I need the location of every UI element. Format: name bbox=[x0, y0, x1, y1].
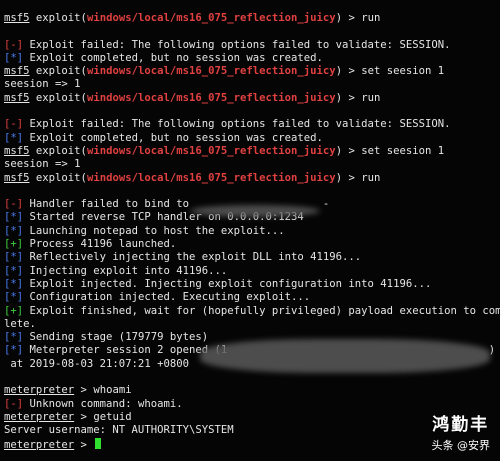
module-name: windows/local/ms16_075_reflection_juicy bbox=[86, 91, 336, 104]
info-line: [*] Launching notepad to host the exploi… bbox=[4, 224, 285, 237]
info-tag: [*] bbox=[4, 344, 24, 357]
terminal-window[interactable]: msf5 exploit(windows/local/ms16_075_refl… bbox=[0, 0, 500, 461]
info-line: [*] Exploit completed, but no session wa… bbox=[4, 51, 323, 64]
meterpreter-command-line: meterpreter > getuid bbox=[4, 410, 132, 423]
info-line: [*] Configuration injected. Executing ex… bbox=[4, 291, 311, 304]
command-text: whoami bbox=[93, 384, 132, 397]
error-tag: [-] bbox=[4, 397, 24, 410]
module-name: windows/local/ms16_075_reflection_juicy bbox=[86, 144, 336, 157]
module-name: windows/local/ms16_075_reflection_juicy bbox=[86, 12, 336, 24]
module-name: windows/local/ms16_075_reflection_juicy bbox=[86, 171, 336, 184]
command-text: getuid bbox=[93, 410, 132, 423]
error-tag: [-] bbox=[4, 198, 24, 211]
command-text: set seesion 1 bbox=[361, 144, 445, 157]
error-tag: [-] bbox=[4, 118, 24, 131]
command-text: run bbox=[361, 91, 381, 104]
meterpreter-prompt: meterpreter bbox=[4, 410, 75, 423]
watermark-title: 鸿勤丰 bbox=[432, 415, 490, 435]
info-tag: [*] bbox=[4, 224, 24, 237]
redaction-smudge bbox=[200, 339, 490, 373]
success-line: [+] Exploit finished, wait for (hopefull… bbox=[4, 304, 500, 317]
info-tag: [*] bbox=[4, 264, 24, 277]
watermark-subtitle: 头条 @安界 bbox=[431, 439, 491, 452]
module-name: windows/local/ms16_075_reflection_juicy bbox=[86, 65, 336, 78]
success-tag: [+] bbox=[4, 238, 24, 251]
meterpreter-prompt: meterpreter bbox=[4, 384, 75, 397]
meterpreter-command-line: meterpreter > whoami bbox=[4, 384, 132, 397]
info-tag: [*] bbox=[4, 211, 24, 224]
success-tag: [+] bbox=[4, 304, 24, 317]
error-line: [-] Unknown command: whoami. bbox=[4, 397, 183, 410]
redaction-smudge bbox=[190, 205, 320, 217]
command-line: msf5 exploit(windows/local/ms16_075_refl… bbox=[4, 65, 445, 78]
msf-prompt: msf5 bbox=[4, 12, 30, 24]
info-tag: [*] bbox=[4, 251, 24, 264]
error-line: [-] Exploit failed: The following option… bbox=[4, 118, 451, 131]
command-line: msf5 exploit(windows/local/ms16_075_refl… bbox=[4, 12, 381, 24]
output-line: Server username: NT AUTHORITY\SYSTEM bbox=[4, 424, 234, 437]
info-tag: [*] bbox=[4, 277, 24, 290]
meterpreter-input-line[interactable]: meterpreter > bbox=[4, 437, 500, 451]
info-line: [*] Reflectively injecting the exploit D… bbox=[4, 251, 362, 264]
output-line: seesion => 1 bbox=[4, 78, 81, 91]
info-tag: [*] bbox=[4, 291, 24, 304]
msf-prompt: msf5 bbox=[4, 65, 30, 78]
info-line: [*] Exploit completed, but no session wa… bbox=[4, 131, 323, 144]
error-line: [-] Exploit failed: The following option… bbox=[4, 38, 451, 51]
command-text: set seesion 1 bbox=[361, 65, 445, 78]
output-line: seesion => 1 bbox=[4, 158, 81, 171]
watermark: 鸿勤丰 头条 @安界 bbox=[432, 410, 491, 453]
command-line: msf5 exploit(windows/local/ms16_075_refl… bbox=[4, 171, 381, 184]
command-line: msf5 exploit(windows/local/ms16_075_refl… bbox=[4, 144, 445, 157]
output-line: lete. bbox=[4, 317, 36, 330]
error-tag: [-] bbox=[4, 38, 24, 51]
info-line: [*] Injecting exploit into 41196... bbox=[4, 264, 228, 277]
info-tag: [*] bbox=[4, 51, 24, 64]
msf-prompt: msf5 bbox=[4, 91, 30, 104]
command-text: run bbox=[361, 12, 381, 24]
text-cursor[interactable] bbox=[95, 437, 102, 449]
command-text: run bbox=[361, 171, 381, 184]
command-line: msf5 exploit(windows/local/ms16_075_refl… bbox=[4, 91, 381, 104]
info-tag: [*] bbox=[4, 331, 24, 344]
msf-prompt: msf5 bbox=[4, 144, 30, 157]
info-line: [*] Exploit injected. Injecting exploit … bbox=[4, 277, 432, 290]
info-tag: [*] bbox=[4, 131, 24, 144]
success-line: [+] Process 41196 launched. bbox=[4, 238, 177, 251]
msf-prompt: msf5 bbox=[4, 171, 30, 184]
meterpreter-prompt: meterpreter bbox=[4, 438, 75, 451]
